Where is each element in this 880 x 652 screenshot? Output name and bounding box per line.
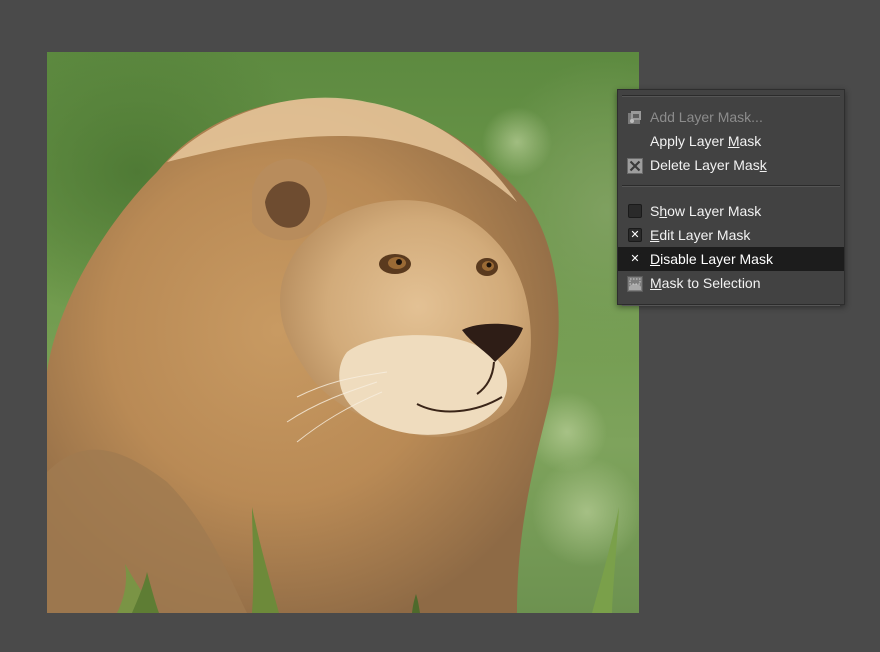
menu-item-disable-layer-mask[interactable]: ✕ Disable Layer Mask [618,247,844,271]
menu-item-label: Show Layer Mask [650,203,762,219]
checked-checkbox-icon: ✕ [628,228,642,242]
menu-item-delete-layer-mask[interactable]: Delete Layer Mask [618,153,844,177]
menu-item-apply-layer-mask[interactable]: Apply Layer Mask [618,129,844,153]
menu-separator [622,304,840,306]
menu-item-label: Mask to Selection [650,275,761,291]
menu-separator [622,185,840,187]
unchecked-checkbox-icon [628,204,642,218]
lion-illustration [47,97,639,613]
menu-item-show-layer-mask[interactable]: Show Layer Mask [618,199,844,223]
menu-item-label: Add Layer Mask... [650,109,763,125]
checked-checkbox-icon: ✕ [628,252,642,266]
menu-item-label: Delete Layer Mask [650,157,767,173]
menu-item-edit-layer-mask[interactable]: ✕ Edit Layer Mask [618,223,844,247]
layer-mask-context-menu: Add Layer Mask... Apply Layer Mask Delet… [617,89,845,306]
lion-photo[interactable] [47,52,639,613]
menu-item-add-layer-mask[interactable]: Add Layer Mask... [618,105,844,129]
delete-icon [627,157,643,174]
menu-item-label: Edit Layer Mask [650,227,751,243]
menu-item-mask-to-selection[interactable]: Mask to Selection [618,271,844,295]
menu-item-label: Disable Layer Mask [650,251,773,267]
menu-item-label: Apply Layer Mask [650,133,762,149]
mask-to-selection-icon [627,275,643,292]
menu-separator [622,95,840,97]
add-layer-mask-icon [627,109,643,125]
